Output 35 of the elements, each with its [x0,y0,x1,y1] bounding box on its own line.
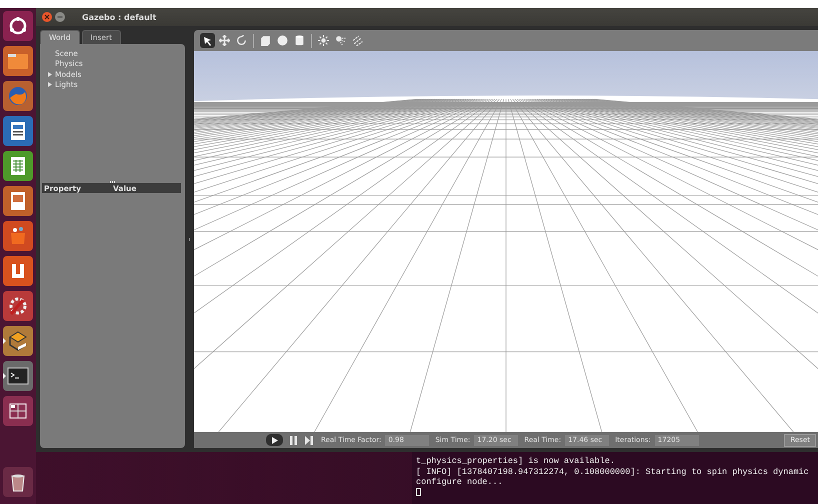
play-button[interactable] [266,434,283,446]
sphere-icon [277,35,288,46]
trash-icon[interactable] [3,467,33,497]
parallel-lines-icon [352,35,363,46]
cylinder-icon [295,35,304,46]
terminal-line: t_physics_properties] is now available. [416,456,616,466]
step-icon [305,436,313,444]
arrow-cursor-icon [202,36,212,46]
move-arrows-icon [219,35,230,46]
document-icon[interactable] [3,116,33,146]
window-grid-icon[interactable] [3,396,33,426]
play-icon [272,436,278,444]
tool-button[interactable] [200,33,215,48]
window-title: Gazebo : default [82,12,156,22]
close-icon[interactable] [42,12,52,22]
box-icon[interactable] [3,326,33,356]
pause-icon [290,436,296,444]
text-cursor [416,488,421,496]
pause-button[interactable] [287,434,299,446]
presentation-icon[interactable] [3,186,33,216]
cup-logo-icon[interactable] [3,256,33,286]
folder-icon[interactable] [3,46,33,76]
terminal-icon[interactable] [3,361,33,391]
sun-icon [318,35,329,46]
spreadsheet-icon[interactable] [3,151,33,181]
step-button[interactable] [303,434,315,446]
circle-logo-icon[interactable] [3,11,33,41]
rotate-icon [236,35,247,46]
globe-icon[interactable] [3,81,33,111]
terminal-line: configure node... [416,477,504,488]
shopping-bag-icon[interactable] [3,221,33,251]
minimize-icon[interactable] [55,12,65,22]
spotlight-icon [335,35,346,46]
cube-icon [260,35,271,46]
terminal-line: [ INFO] [1378407198.947312274, 0.108000000]: Starting to spin physics dynamic [416,466,810,477]
